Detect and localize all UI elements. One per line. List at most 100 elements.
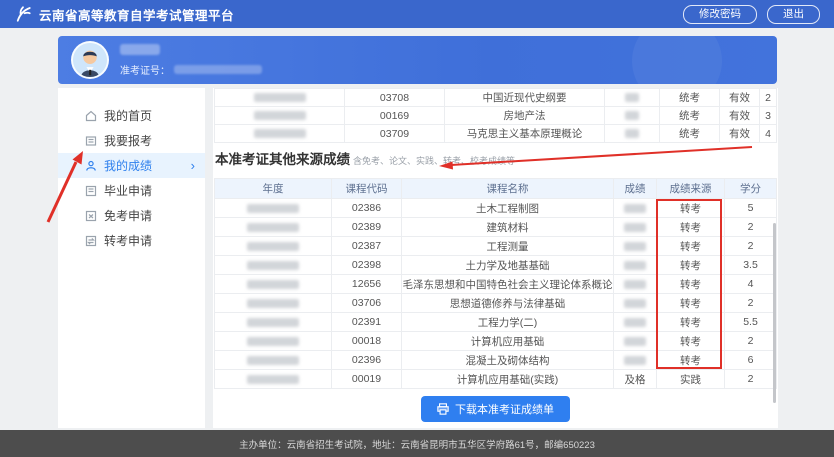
redacted-value: [254, 93, 306, 102]
table-cell: 工程力学(二): [402, 313, 614, 332]
table-cell: 00018: [332, 332, 402, 351]
table-cell: 5: [725, 199, 777, 218]
table-cell: 房地产法: [445, 107, 605, 125]
content-scrollbar[interactable]: [773, 223, 776, 403]
table-cell: [215, 125, 345, 143]
column-header: 课程名称: [402, 179, 614, 199]
redacted-value: [247, 337, 299, 346]
table-cell: 4: [725, 275, 777, 294]
redacted-value: [624, 261, 646, 270]
table-cell: [614, 351, 657, 370]
sidebar-item-label: 免考申请: [104, 207, 152, 224]
download-button-label: 下载本准考证成绩单: [455, 401, 554, 417]
column-header: 成绩来源: [657, 179, 725, 199]
table-cell: [215, 370, 332, 389]
table-cell: [614, 332, 657, 351]
table-cell: 统考: [660, 89, 720, 107]
column-header: 学分: [725, 179, 777, 199]
table-row: 03706思想道德修养与法律基础转考2: [215, 294, 777, 313]
table-cell: 4: [760, 125, 777, 143]
redacted-value: [247, 223, 299, 232]
sidebar: 我的首页›我要报考› 我的成绩 › 毕业申请›免考申请›转考申请›: [58, 88, 205, 428]
redacted-value: [247, 242, 299, 251]
table-cell: 有效: [720, 107, 760, 125]
page-title: 云南省高等教育自学考试管理平台: [39, 5, 234, 24]
sidebar-menu: 我的首页›我要报考› 我的成绩 › 毕业申请›免考申请›转考申请›: [58, 103, 205, 253]
sidebar-item-label: 转考申请: [104, 232, 152, 249]
table-cell: 3: [760, 107, 777, 125]
table-row: 02391工程力学(二)转考5.5: [215, 313, 777, 332]
section-title: 本准考证其他来源成绩: [215, 148, 350, 168]
table-cell: 12656: [332, 275, 402, 294]
table-cell: [215, 89, 345, 107]
table-cell: 工程测量: [402, 237, 614, 256]
table-cell: [215, 332, 332, 351]
redacted-value: [247, 318, 299, 327]
sidebar-item-3[interactable]: 我的成绩 ›: [58, 153, 205, 178]
logout-button[interactable]: 退出: [767, 5, 820, 24]
table-cell: 02387: [332, 237, 402, 256]
chevron-right-icon: ›: [191, 158, 195, 173]
table-row: 12656毛泽东思想和中国特色社会主义理论体系概论转考4: [215, 275, 777, 294]
redacted-value: [247, 375, 299, 384]
table-cell: 转考: [657, 256, 725, 275]
table-cell: 马克思主义基本原理概论: [445, 125, 605, 143]
redacted-value: [624, 242, 646, 251]
table-cell: [614, 237, 657, 256]
table-cell: 00169: [345, 107, 445, 125]
current-scores-table: 03708中国近现代史纲要统考有效200169房地产法统考有效303709马克思…: [214, 88, 777, 143]
column-header: 成绩: [614, 179, 657, 199]
table-cell: 2: [725, 332, 777, 351]
user-name-redacted: [120, 44, 160, 55]
table-cell: [614, 218, 657, 237]
other-scores-section-header: 本准考证其他来源成绩 含免考、论文、实践、转考、校考成绩等: [215, 148, 515, 172]
redacted-value: [624, 223, 646, 232]
change-password-button[interactable]: 修改密码: [683, 5, 757, 24]
sidebar-item-label: 毕业申请: [104, 182, 152, 199]
redacted-value: [625, 129, 639, 138]
register-icon: [85, 135, 97, 147]
sidebar-item-6[interactable]: 转考申请›: [58, 228, 205, 253]
section-subtitle: 含免考、论文、实践、转考、校考成绩等: [353, 154, 515, 167]
table-row: 03709马克思主义基本原理概论统考有效4: [215, 125, 777, 143]
table-cell: 混凝土及砌体结构: [402, 351, 614, 370]
table-cell: 统考: [660, 125, 720, 143]
redacted-value: [247, 204, 299, 213]
table-cell: [215, 237, 332, 256]
redacted-value: [624, 356, 646, 365]
page-footer: 主办单位：云南省招生考试院，地址：云南省昆明市五华区学府路61号，邮编65022…: [0, 430, 834, 457]
platform-logo-icon: [14, 5, 32, 23]
table-cell: 00019: [332, 370, 402, 389]
redacted-value: [247, 261, 299, 270]
table-cell: 转考: [657, 332, 725, 351]
table-cell: [215, 351, 332, 370]
table-row: 02389建筑材料转考2: [215, 218, 777, 237]
table-cell: 计算机应用基础(实践): [402, 370, 614, 389]
table-cell: [605, 107, 660, 125]
banner-decoration: [632, 36, 722, 84]
table-cell: 转考: [657, 351, 725, 370]
table-cell: [614, 294, 657, 313]
exemption-icon: [85, 210, 97, 222]
table-cell: 有效: [720, 125, 760, 143]
table-cell: [215, 107, 345, 125]
table-row: 02387工程测量转考2: [215, 237, 777, 256]
table-cell: 02391: [332, 313, 402, 332]
home-icon: [85, 110, 97, 122]
table-cell: 土木工程制图: [402, 199, 614, 218]
download-transcript-button[interactable]: 下载本准考证成绩单: [421, 396, 570, 422]
table-cell: [215, 218, 332, 237]
table-cell: 实践: [657, 370, 725, 389]
sidebar-item-1[interactable]: 我的首页›: [58, 103, 205, 128]
redacted-value: [624, 280, 646, 289]
redacted-value: [625, 93, 639, 102]
table-cell: 转考: [657, 237, 725, 256]
table-cell: 转考: [657, 313, 725, 332]
sidebar-item-2[interactable]: 我要报考›: [58, 128, 205, 153]
table-cell: 建筑材料: [402, 218, 614, 237]
table-row: 00019计算机应用基础(实践)及格实践2: [215, 370, 777, 389]
table-cell: 2: [760, 89, 777, 107]
sidebar-item-4[interactable]: 毕业申请›: [58, 178, 205, 203]
sidebar-item-label: 我的成绩: [104, 157, 152, 174]
sidebar-item-5[interactable]: 免考申请›: [58, 203, 205, 228]
